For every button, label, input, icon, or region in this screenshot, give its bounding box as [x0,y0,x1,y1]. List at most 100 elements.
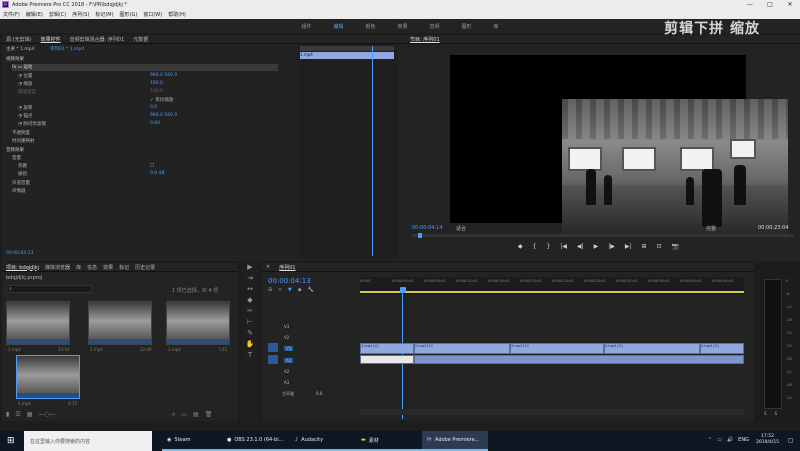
menu-help[interactable]: 帮助(H) [165,11,189,18]
tab-effects[interactable]: 效果 [103,264,113,271]
menu-window[interactable]: 窗口(W) [140,11,165,18]
menu-clip[interactable]: 剪辑(C) [46,11,69,18]
pen-tool-icon[interactable]: ◆ [242,296,258,307]
audio-clip[interactable] [360,355,414,364]
rotation-value[interactable]: 0.0 [150,105,157,110]
project-search-input[interactable]: ⌕ [6,285,92,293]
ripple-edit-tool-icon[interactable]: ↔ [242,285,258,296]
workspace-tab-effects[interactable]: 效果 [397,23,407,30]
icon-view-icon[interactable]: ▦ [27,411,33,418]
workspace-tab-graphics[interactable]: 图形 [462,23,472,30]
tab-libraries[interactable]: 库 [76,264,81,271]
taskbar-search-input[interactable]: 在这里输入你要搜索的内容 [24,431,152,451]
tab-metadata[interactable]: 元数据 [133,36,148,43]
audio-clip[interactable] [414,355,744,364]
taskbar-item-steam[interactable]: ◉ Steam [162,431,222,451]
workspace-tab-assembly[interactable]: 组件 [301,23,311,30]
taskbar-item-premiere[interactable]: Pr Adobe Premiere... [422,431,488,451]
tab-info[interactable]: 信息 [87,264,97,271]
scale-value[interactable]: 100.0 [150,81,163,86]
video-clip[interactable]: 4.mp4 [V] [604,343,700,354]
video-clip[interactable]: 4.mp4 [V] [700,343,744,354]
panner-label[interactable]: 声像器 [12,189,26,194]
go-to-in-button[interactable]: |◀ [560,243,567,250]
trash-icon[interactable]: 🗑 [205,411,213,419]
source-patch-v1[interactable] [268,343,278,352]
sequence-tab[interactable]: 序列01 [279,264,295,271]
master-track-value[interactable]: 0.0 [316,391,322,396]
menu-file[interactable]: 文件(F) [0,11,23,18]
close-icon[interactable]: × [266,264,270,270]
mark-in-button[interactable]: { [533,243,537,250]
clip-thumbnail[interactable] [166,301,230,345]
program-timecode[interactable]: 00:00:04:14 [412,225,443,231]
step-back-button[interactable]: ◀| [577,243,584,250]
tab-audio-mixer[interactable]: 音频剪辑混合器: 序列01 [70,36,125,43]
taskbar-item-obs[interactable]: ● OBS 23.1.0 (64-bi... [222,431,290,451]
network-icon[interactable]: ▭ [717,437,722,443]
lock-icon[interactable]: ▮ [6,411,9,418]
lift-button[interactable]: ⊞ [641,243,646,250]
channel-volume-label[interactable]: 声道音量 [12,181,30,186]
wrench-icon[interactable]: 🔧 [308,287,314,293]
export-frame-icon[interactable]: 📷 [672,243,679,250]
uniform-scale-checkbox[interactable]: ✓ 等比缩放 [150,98,173,103]
volume-label[interactable]: 音量 [12,156,21,161]
time-ruler[interactable]: 00:00 00:00:04:00 00:00:08:00 00:00:12:00 00… [360,277,744,295]
selection-tool-icon[interactable]: ▶ [242,263,258,274]
close-button[interactable]: ✕ [780,0,800,9]
menu-marker[interactable]: 标记(M) [92,11,116,18]
volume-icon[interactable]: 🔊 [727,437,733,443]
video-clip[interactable]: 3.mp4 [V] [510,343,604,354]
tab-effect-controls[interactable]: 效果控件 [41,36,61,43]
position-value[interactable]: 960.0 540.0 [150,73,177,78]
menu-graphics[interactable]: 图形(G) [117,11,141,18]
list-view-icon[interactable]: ☰ [15,411,20,418]
hand-tool-icon[interactable]: ✋ [242,340,258,351]
solo-left-button[interactable]: S [764,411,767,416]
opacity-label[interactable]: 不透明度 [12,131,30,136]
minimize-button[interactable]: — [740,0,760,9]
mini-clip[interactable]: 1.mp4 [300,52,394,59]
workspace-tab-editing[interactable]: 编辑 [333,23,343,30]
mark-out-button[interactable]: } [546,243,550,250]
track-select-tool-icon[interactable]: ⇥ [242,274,258,285]
fit-dropdown[interactable]: 适合 [456,225,466,232]
workspace-tab-libraries[interactable]: 库 [494,23,499,30]
taskbar-item-folder[interactable]: ▬ 素材 [356,431,422,451]
timeline-playhead-handle[interactable] [400,287,406,293]
marker-icon[interactable]: ◆ [298,287,302,293]
tab-project[interactable]: 项目: bdqjdjkj [6,264,39,271]
solo-right-button[interactable]: S [775,411,778,416]
slip-tool-icon[interactable]: ⊢ [242,318,258,329]
track-label[interactable]: A1 [284,358,294,363]
clock[interactable]: 17:52 2019/4/15 [756,434,779,446]
type-tool-icon[interactable]: T [242,351,258,362]
new-item-icon[interactable]: ▤ [193,411,199,419]
windows-start-icon[interactable]: ⊞ [7,436,15,446]
menu-sequence[interactable]: 序列(S) [69,11,92,18]
track-label[interactable]: A2 [284,369,289,374]
video-clip[interactable]: 1.mp4 [V] [360,343,414,354]
track-label[interactable]: V2 [284,335,289,340]
add-marker-button[interactable]: ◆ [518,243,523,250]
notification-icon[interactable]: ▢ [788,437,794,444]
clip-thumbnail[interactable] [6,301,70,345]
find-icon[interactable]: ⌕ [172,411,175,419]
tab-source[interactable]: 源:(无剪辑) [6,36,32,43]
timeline-scrollbar[interactable] [360,409,744,415]
bypass-checkbox[interactable]: □ [150,163,154,168]
snap-icon[interactable]: ∩ [278,287,282,293]
work-area-bar[interactable] [360,291,744,293]
program-playhead[interactable] [418,233,422,238]
motion-effect-row[interactable]: fx ▭ 运动 [12,64,278,71]
track-label[interactable]: A3 [284,380,289,385]
tray-chevron-icon[interactable]: ⌃ [708,437,712,443]
workspace-tab-color[interactable]: 颜色 [365,23,375,30]
effect-controls-timecode[interactable]: 00:00:04:13 [6,251,33,258]
program-scrub-bar[interactable] [412,234,794,237]
play-button[interactable]: ▶ [594,243,599,250]
nest-icon[interactable]: ⊞ [268,287,272,293]
clip-thumbnail-selected[interactable] [16,355,80,399]
tab-media-browser[interactable]: 媒体浏览器 [45,264,70,271]
